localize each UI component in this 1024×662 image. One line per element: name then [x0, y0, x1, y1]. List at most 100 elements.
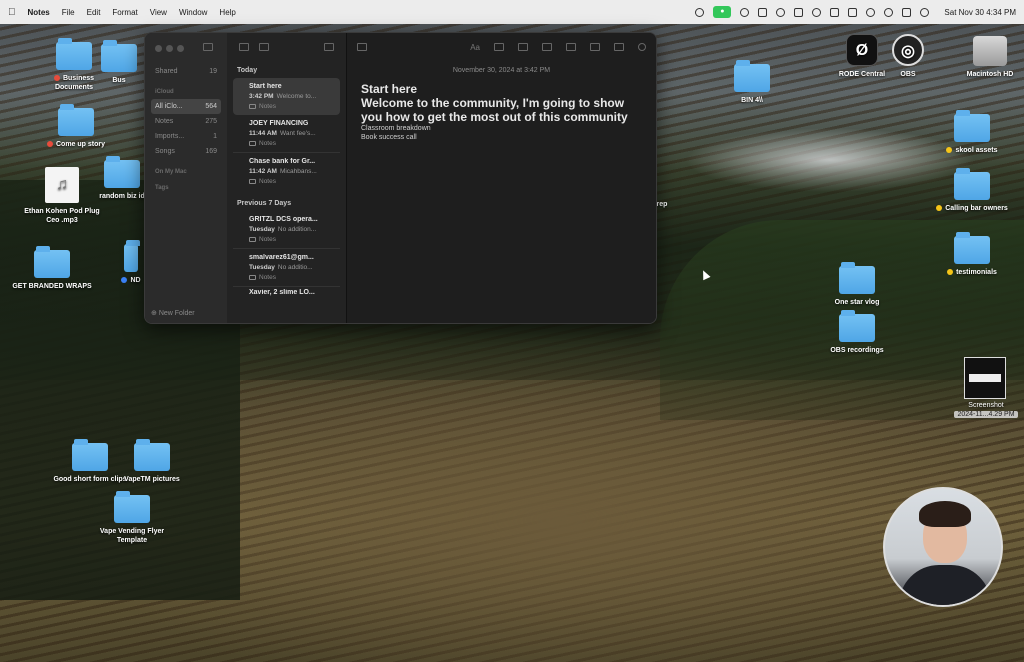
siri-icon[interactable]	[920, 7, 930, 17]
sidebar-item-notes[interactable]: Notes 275	[151, 114, 221, 129]
menu-format[interactable]: Format	[112, 8, 137, 17]
sidebar-section-icloud: iCloud	[155, 89, 174, 95]
folder-icon	[954, 168, 990, 200]
blue-tag-icon	[121, 277, 128, 284]
note-item-start-here[interactable]: Start here 3:42 PM Welcome to... Notes	[233, 78, 340, 115]
desktop-folder-testimonials[interactable]: testimonials	[932, 232, 1012, 277]
folder-icon	[839, 310, 875, 342]
desktop-folder-random-biz[interactable]: random biz id	[96, 156, 148, 201]
note-editor: Aa November 30, 2024 at 3:42 PM Start he…	[347, 33, 656, 323]
desktop-folder-partial-top[interactable]: Bus	[94, 40, 144, 85]
note-item-xavier[interactable]: Xavier, 2 slime LO...	[233, 287, 340, 297]
yellow-tag-icon	[947, 269, 954, 276]
search-icon[interactable]	[638, 43, 646, 51]
play-status-icon[interactable]	[812, 7, 822, 17]
folder-icon	[114, 491, 150, 523]
desktop-folder-vape-vending[interactable]: Vape Vending Flyer Template	[92, 491, 172, 545]
sidebar-item-songs[interactable]: Songs 169	[151, 144, 221, 159]
sidebar-item-shared[interactable]: Shared 19	[151, 64, 221, 79]
folder-icon	[839, 262, 875, 294]
media-icon[interactable]	[542, 43, 552, 51]
checklist-icon[interactable]	[494, 43, 504, 51]
menu-window[interactable]: Window	[179, 8, 207, 17]
note-item-smalvarez[interactable]: smalvarez61@gm... Tuesday No additio... N…	[233, 249, 340, 287]
folder-icon	[954, 232, 990, 264]
sidebar-section-on-my-mac[interactable]: On My Mac	[155, 169, 217, 175]
card-status-icon[interactable]	[830, 7, 840, 17]
folder-small-icon	[249, 140, 256, 146]
note-body[interactable]: Start here Welcome to the community, I'm…	[347, 74, 656, 150]
menu-clock[interactable]: Sat Nov 30 4:34 PM	[944, 8, 1016, 17]
red-tag-icon	[46, 141, 53, 148]
app-status-icon[interactable]	[740, 7, 750, 17]
webcam-person-body	[899, 565, 991, 605]
spotlight-icon[interactable]	[884, 7, 894, 17]
lock-icon[interactable]	[590, 43, 600, 51]
note-line-book-call[interactable]: Book success call	[361, 133, 642, 142]
sidebar-toggle-icon[interactable]	[203, 43, 213, 51]
desktop-folder-vapetm-pictures[interactable]: VapeTM pictures	[112, 439, 192, 484]
note-item-joey-financing[interactable]: JOEY FINANCING 11:44 AM Want fee's... Not…	[233, 115, 340, 153]
format-text-button[interactable]: Aa	[470, 43, 480, 52]
wifi-icon[interactable]	[866, 7, 876, 17]
compose-icon[interactable]	[357, 43, 367, 51]
note-item-chase-bank[interactable]: Chase bank for Gr... 11:42 AM Micahbans..…	[233, 153, 340, 190]
menu-file[interactable]: File	[62, 8, 75, 17]
gallery-view-icon[interactable]	[259, 43, 269, 51]
collaborate-icon[interactable]	[566, 43, 576, 51]
folder-icon	[34, 246, 70, 278]
desktop-folder-come-up-story[interactable]: Come up story	[36, 104, 116, 149]
menu-app-name[interactable]: Notes	[28, 8, 50, 17]
webcam-overlay	[883, 487, 1003, 607]
control-center-icon[interactable]	[902, 7, 912, 17]
desktop-folder-skool-assets[interactable]: skool assets	[932, 110, 1012, 155]
trash-icon[interactable]	[324, 43, 334, 51]
minimize-window-button[interactable]	[166, 45, 173, 52]
folder-icon	[104, 156, 140, 188]
list-view-icon[interactable]	[239, 43, 249, 51]
close-window-button[interactable]	[155, 45, 162, 52]
note-item-gritzl[interactable]: GRITZL DCS opera... Tuesday No addition..…	[233, 211, 340, 249]
yellow-tag-icon	[946, 147, 953, 154]
menu-help[interactable]: Help	[219, 8, 235, 17]
desktop-folder-one-star-vlog[interactable]: One star vlog	[817, 262, 897, 307]
zoom-window-button[interactable]	[177, 45, 184, 52]
desktop-folder-bin[interactable]: BIN 4\\	[712, 60, 792, 105]
note-title[interactable]: Start here	[361, 82, 642, 96]
sidebar-item-imports[interactable]: Imports... 1	[151, 129, 221, 144]
display-status-icon[interactable]	[794, 7, 804, 17]
desktop-file-ethan-mp3[interactable]: ♫ Ethan Kohen Pod Plug Ceo .mp3	[22, 167, 102, 225]
menu-edit[interactable]: Edit	[87, 8, 101, 17]
mail-status-icon[interactable]	[758, 7, 768, 17]
facetime-camera-icon[interactable]: ●	[713, 6, 732, 18]
desktop-app-obs[interactable]: ◎ OBS	[868, 34, 948, 79]
editor-toolbar: Aa	[347, 33, 656, 61]
sidebar-item-all-icloud[interactable]: All iClo... 564	[151, 99, 221, 114]
apple-menu-icon[interactable]: 	[8, 7, 16, 18]
record-status-icon[interactable]	[776, 7, 786, 17]
audio-file-icon: ♫	[45, 167, 79, 203]
screenshot-label: Screenshot 2024-11...4.29 PM	[950, 401, 1022, 419]
note-headline[interactable]: Welcome to the community, I'm going to s…	[361, 96, 642, 124]
note-line-classroom[interactable]: Classroom breakdown	[361, 124, 642, 133]
folder-icon	[58, 104, 94, 136]
gear-status-icon[interactable]	[695, 7, 705, 17]
desktop-folder-calling-bar-owners[interactable]: Calling bar owners	[932, 168, 1012, 213]
desktop-folder-partial-nd[interactable]: ND	[118, 240, 144, 285]
sidebar-section-tags[interactable]: Tags	[155, 185, 217, 191]
menu-view[interactable]: View	[150, 8, 167, 17]
obs-icon: ◎	[892, 34, 924, 66]
folder-small-icon	[249, 178, 256, 184]
new-folder-button[interactable]: ⊕ New Folder	[151, 309, 195, 317]
folder-icon	[134, 439, 170, 471]
folder-icon	[954, 110, 990, 142]
battery-icon[interactable]	[848, 7, 858, 17]
table-icon[interactable]	[518, 43, 528, 51]
screenshot-thumbnail-icon[interactable]	[964, 357, 1006, 399]
desktop-folder-obs-recordings[interactable]: OBS recordings	[817, 310, 897, 355]
share-icon[interactable]	[614, 43, 624, 51]
desktop-disk-macintosh-hd[interactable]: Macintosh HD	[950, 36, 1024, 79]
folder-small-icon	[249, 103, 256, 109]
desktop-folder-get-branded-wraps[interactable]: GET BRANDED WRAPS	[12, 246, 92, 291]
folder-icon	[72, 439, 108, 471]
